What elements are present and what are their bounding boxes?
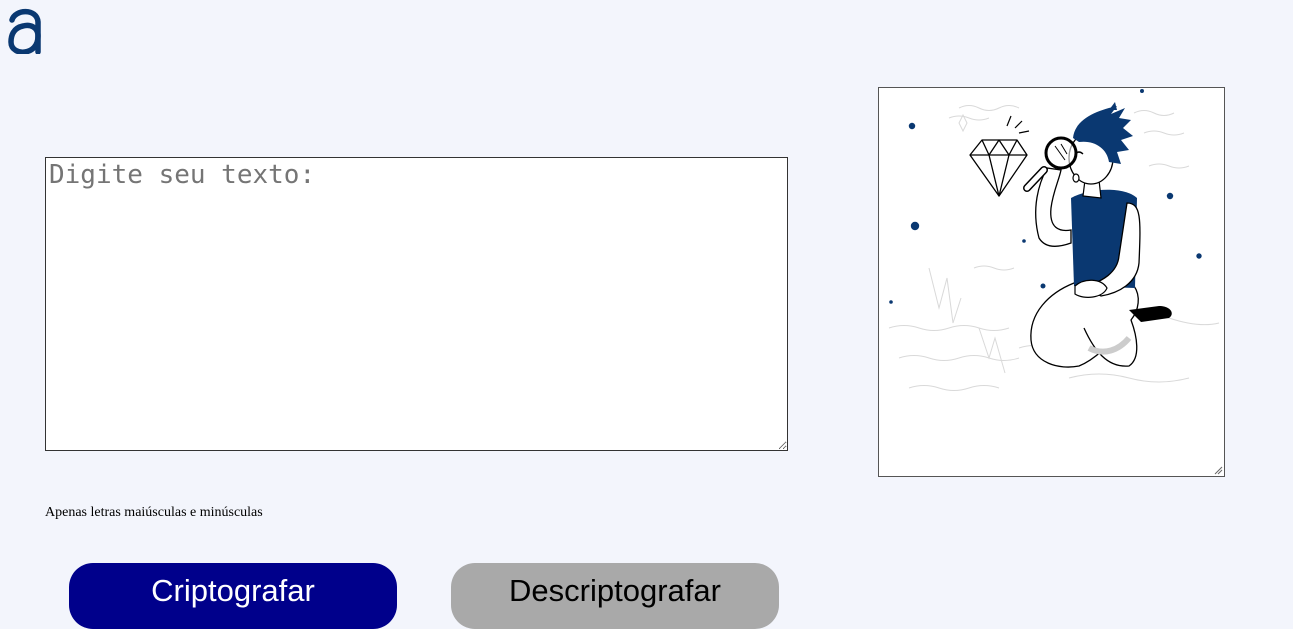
- output-panel[interactable]: [878, 87, 1225, 477]
- encrypt-button[interactable]: Criptografar: [69, 563, 397, 629]
- logo-icon: [8, 8, 41, 54]
- text-input[interactable]: [45, 157, 788, 451]
- decrypt-button[interactable]: Descriptografar: [451, 563, 779, 629]
- person-with-magnifying-glass-illustration: [888, 89, 1220, 391]
- resize-grip-icon[interactable]: [1214, 466, 1223, 475]
- input-hint: Apenas letras maiúsculas e minúsculas: [45, 505, 263, 520]
